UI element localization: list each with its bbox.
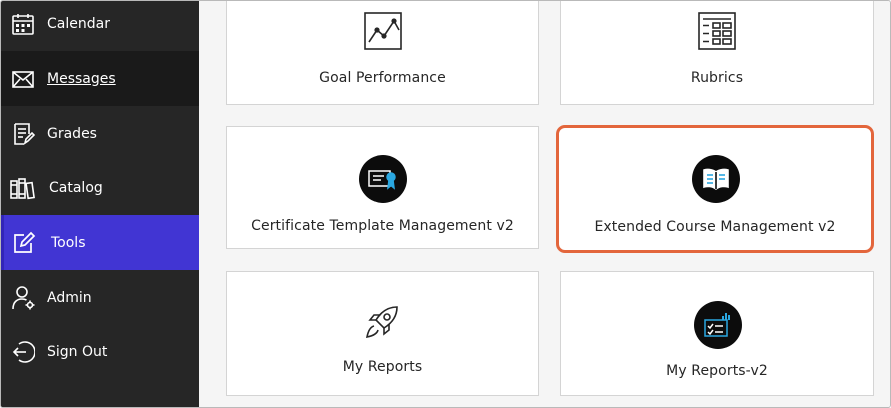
sidebar: Calendar Messages Grades Catalog Tools A…: [1, 1, 199, 407]
tool-card-extended-course-management[interactable]: Extended Course Management v2: [556, 125, 874, 253]
tool-card-my-reports-v2[interactable]: My Reports-v2: [560, 271, 874, 396]
sidebar-item-sign-out[interactable]: Sign Out: [1, 324, 199, 379]
catalog-books-icon: [10, 175, 36, 201]
sidebar-item-label: Grades: [47, 125, 97, 142]
tools-grid: Goal Performance Rubrics Certificate Tem…: [199, 1, 890, 407]
certificate-icon: [359, 155, 407, 203]
tool-card-label: Extended Course Management v2: [594, 219, 836, 235]
gradebook-icon: [10, 121, 36, 147]
tool-card-label: Certificate Template Management v2: [251, 218, 514, 234]
tool-card-goal-performance[interactable]: Goal Performance: [226, 1, 539, 105]
tool-card-label: My Reports-v2: [666, 363, 768, 379]
sidebar-item-label: Tools: [51, 234, 86, 251]
sidebar-item-grades[interactable]: Grades: [1, 106, 199, 161]
app-frame: Calendar Messages Grades Catalog Tools A…: [0, 0, 891, 408]
envelope-icon: [10, 66, 36, 92]
line-chart-icon: [364, 12, 402, 50]
sidebar-overflow: [1, 399, 199, 407]
sidebar-item-admin[interactable]: Admin: [1, 270, 199, 325]
sidebar-item-calendar[interactable]: Calendar: [1, 1, 199, 51]
tool-card-label: My Reports: [342, 359, 423, 375]
tool-card-label: Rubrics: [690, 70, 744, 86]
sidebar-item-label: Admin: [47, 289, 92, 306]
rubric-grid-icon: [698, 12, 736, 50]
sidebar-item-label: Sign Out: [47, 343, 108, 360]
tool-card-certificate-template-management[interactable]: Certificate Template Management v2: [226, 126, 539, 249]
sidebar-item-messages[interactable]: Messages: [1, 51, 199, 106]
admin-user-icon: [10, 285, 36, 311]
report-checklist-icon: [694, 301, 742, 349]
sidebar-item-catalog[interactable]: Catalog: [1, 160, 199, 215]
tool-card-rubrics[interactable]: Rubrics: [560, 1, 874, 105]
sidebar-item-label: Messages: [47, 70, 116, 87]
tools-edit-icon: [11, 230, 37, 256]
rocket-icon: [365, 306, 398, 339]
sidebar-item-label: Calendar: [47, 15, 110, 32]
tool-card-label: Goal Performance: [319, 70, 446, 86]
tool-card-my-reports[interactable]: My Reports: [226, 271, 539, 396]
calendar-icon: [10, 11, 36, 37]
sidebar-item-tools[interactable]: Tools: [1, 215, 199, 270]
open-book-icon: [692, 155, 740, 203]
sign-out-icon: [10, 339, 36, 365]
sidebar-item-label: Catalog: [49, 179, 103, 196]
